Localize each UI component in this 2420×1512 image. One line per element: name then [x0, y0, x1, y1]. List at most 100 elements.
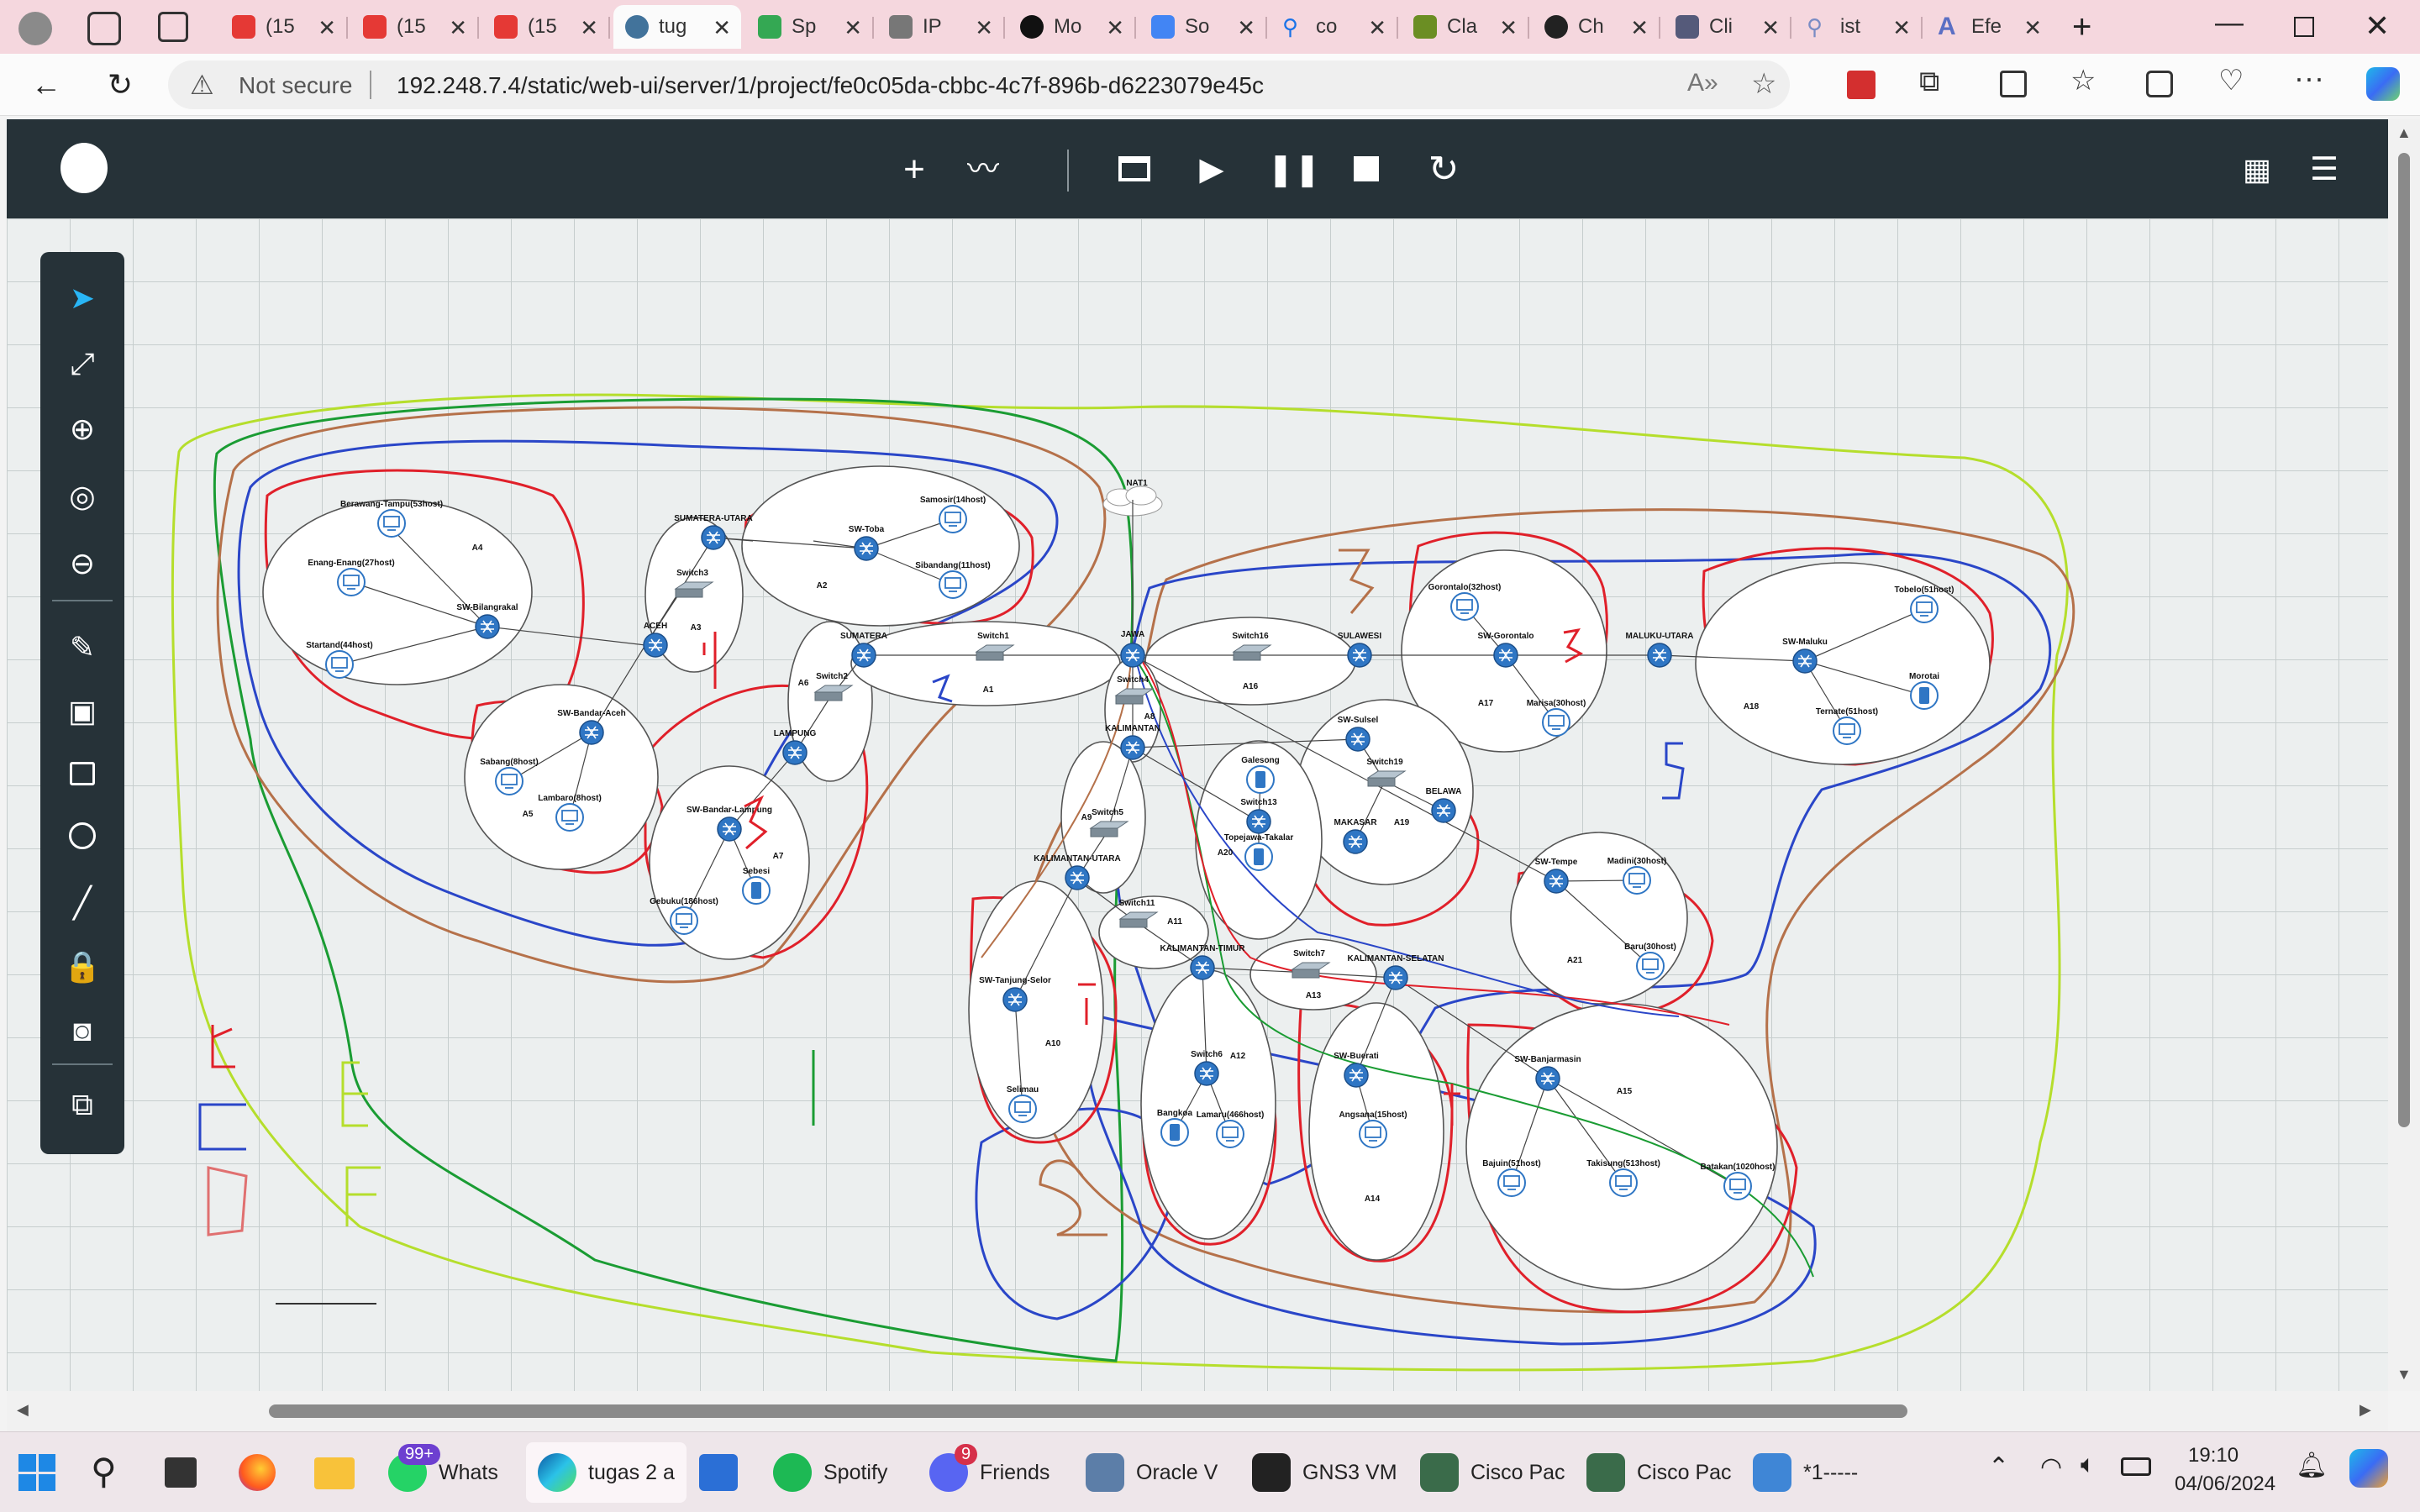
pc-node-icon[interactable] [1910, 595, 1939, 623]
router-node-icon[interactable] [701, 525, 726, 550]
router-node-icon[interactable] [1120, 735, 1145, 760]
url-text[interactable]: 192.248.7.4/static/web-ui/server/1/proje… [397, 72, 1264, 99]
pc-node-icon[interactable] [337, 568, 366, 596]
browser-tab[interactable]: IP ✕ [877, 5, 1005, 49]
router-node-icon[interactable] [717, 816, 742, 842]
close-tab-icon[interactable]: ✕ [1237, 15, 1255, 41]
router-node-icon[interactable] [475, 614, 500, 639]
pc-node-icon[interactable] [1008, 1095, 1037, 1123]
browser-tab[interactable]: (15 ✕ [482, 5, 610, 49]
battery-icon[interactable] [2121, 1457, 2151, 1476]
back-icon[interactable]: ← [27, 66, 66, 104]
horizontal-scrollbar[interactable]: ◀ ▶ [7, 1391, 2388, 1431]
line-icon[interactable]: ╱ [61, 882, 103, 924]
router-node-icon[interactable] [1344, 1063, 1369, 1088]
close-tab-icon[interactable]: ✕ [580, 15, 598, 41]
notification-bell-icon[interactable]: 🔔︎ [2296, 1451, 2328, 1480]
close-tab-icon[interactable]: ✕ [1368, 15, 1386, 41]
vertical-scrollbar[interactable]: ▲ ▼ [2388, 119, 2420, 1391]
pc-node-icon[interactable] [939, 505, 967, 533]
pc-node-icon[interactable] [1833, 717, 1861, 745]
router-node-icon[interactable] [854, 536, 879, 561]
minimize-icon[interactable]: — [2215, 7, 2244, 39]
favorite-star-icon[interactable]: ☆ [1751, 67, 1776, 101]
router-node-icon[interactable] [1347, 643, 1372, 668]
browser-tab[interactable]: Cli ✕ [1664, 5, 1791, 49]
task-view-icon[interactable] [165, 1457, 197, 1488]
taskbar-app-discord[interactable]: Friends [929, 1442, 1050, 1503]
area-ellipse-a15[interactable] [1465, 1003, 1778, 1290]
browser-tab[interactable]: (15 ✕ [220, 5, 348, 49]
image-icon[interactable]: ▣ [61, 690, 103, 732]
favorites-icon[interactable]: ☆ [2070, 64, 2096, 97]
router-node-icon[interactable] [1383, 965, 1408, 990]
browser-tab[interactable]: So ✕ [1139, 5, 1267, 49]
close-tab-icon[interactable]: ✕ [1630, 15, 1649, 41]
browser-tab[interactable]: Cla ✕ [1402, 5, 1529, 49]
router-node-icon[interactable] [643, 633, 668, 658]
add-link-icon[interactable]: 〰 [961, 148, 1005, 192]
router-node-icon[interactable] [1246, 809, 1271, 834]
performance-icon[interactable]: ♡ [2218, 64, 2244, 97]
browser-tab[interactable]: (15 ✕ [351, 5, 479, 49]
router-node-icon[interactable] [782, 740, 808, 765]
profile-avatar[interactable] [18, 12, 52, 45]
browser-tab[interactable]: Sp ✕ [746, 5, 874, 49]
taskbar-app-packet-tracer[interactable]: Cisco Pac [1586, 1442, 1732, 1503]
pc-node-icon[interactable] [670, 906, 698, 935]
router-node-icon[interactable] [1002, 987, 1028, 1012]
close-tab-icon[interactable]: ✕ [713, 15, 731, 41]
router-node-icon[interactable] [1647, 643, 1672, 668]
close-tab-icon[interactable]: ✕ [844, 15, 862, 41]
copy-icon[interactable]: ⧉ [61, 1084, 103, 1126]
router-node-icon[interactable] [1065, 865, 1090, 890]
area-ellipse-a2[interactable] [741, 465, 1020, 627]
store-icon[interactable] [699, 1454, 738, 1491]
router-node-icon[interactable] [1544, 869, 1569, 894]
server-node-icon[interactable] [1246, 765, 1275, 794]
taskbar-app-packet-tracer[interactable]: Cisco Pac [1420, 1442, 1565, 1503]
volume-icon[interactable]: 🔈︎ [2081, 1451, 2096, 1479]
close-tab-icon[interactable]: ✕ [318, 15, 336, 41]
router-node-icon[interactable] [1345, 727, 1370, 752]
router-node-icon[interactable] [1493, 643, 1518, 668]
screenshot-icon[interactable]: ◙ [61, 1010, 103, 1052]
vertical-scroll-thumb[interactable] [2398, 153, 2410, 1127]
draw-icon[interactable]: ✎ [61, 627, 103, 669]
select-icon[interactable]: ➤ [61, 277, 103, 319]
start-menu-icon[interactable] [18, 1454, 55, 1491]
close-tab-icon[interactable]: ✕ [975, 15, 993, 41]
pc-node-icon[interactable] [1359, 1120, 1387, 1148]
server-node-icon[interactable] [1160, 1118, 1189, 1147]
scroll-right-icon[interactable]: ▶ [2360, 1401, 2371, 1419]
split-screen-icon[interactable] [2000, 71, 2027, 97]
server-node-icon[interactable] [742, 876, 771, 905]
new-tab-icon[interactable]: + [2072, 8, 2091, 46]
tab-actions-icon[interactable] [158, 12, 188, 42]
taskbar-app-edge[interactable]: tugas 2 a [526, 1442, 687, 1503]
scroll-left-icon[interactable]: ◀ [17, 1401, 29, 1419]
more-menu-icon[interactable]: ··· [2294, 60, 2324, 96]
pc-node-icon[interactable] [495, 767, 523, 795]
taskbar-app-spotify[interactable]: Spotify [773, 1442, 887, 1503]
fit-icon[interactable]: ⤢ [61, 343, 103, 385]
clock-date[interactable]: 04/06/2024 [2175, 1473, 2275, 1496]
taskbar-app-gns3[interactable]: GNS3 VM [1252, 1442, 1397, 1503]
menu-icon[interactable]: ☰ [2302, 148, 2346, 192]
browser-tab[interactable]: A Efe ✕ [1926, 5, 2052, 49]
router-node-icon[interactable] [1535, 1066, 1560, 1091]
router-node-icon[interactable] [1431, 798, 1456, 823]
stop-icon[interactable] [1344, 148, 1388, 192]
browser-tab-active[interactable]: tug ✕ [613, 5, 741, 49]
close-tab-icon[interactable]: ✕ [2023, 15, 2042, 41]
pc-node-icon[interactable] [555, 803, 584, 832]
copilot-icon[interactable] [2366, 67, 2400, 101]
pc-node-icon[interactable] [939, 570, 967, 599]
url-box[interactable]: ⚠ Not secure 192.248.7.4/static/web-ui/s… [168, 60, 1790, 109]
reload-page-icon[interactable]: ↻ [101, 66, 139, 104]
pc-node-icon[interactable] [1723, 1172, 1752, 1200]
router-node-icon[interactable] [1792, 648, 1818, 674]
zoom-in-icon[interactable]: ⊕ [61, 408, 103, 450]
router-node-icon[interactable] [1194, 1061, 1219, 1086]
grid-view-icon[interactable]: ▦ [2235, 148, 2279, 192]
